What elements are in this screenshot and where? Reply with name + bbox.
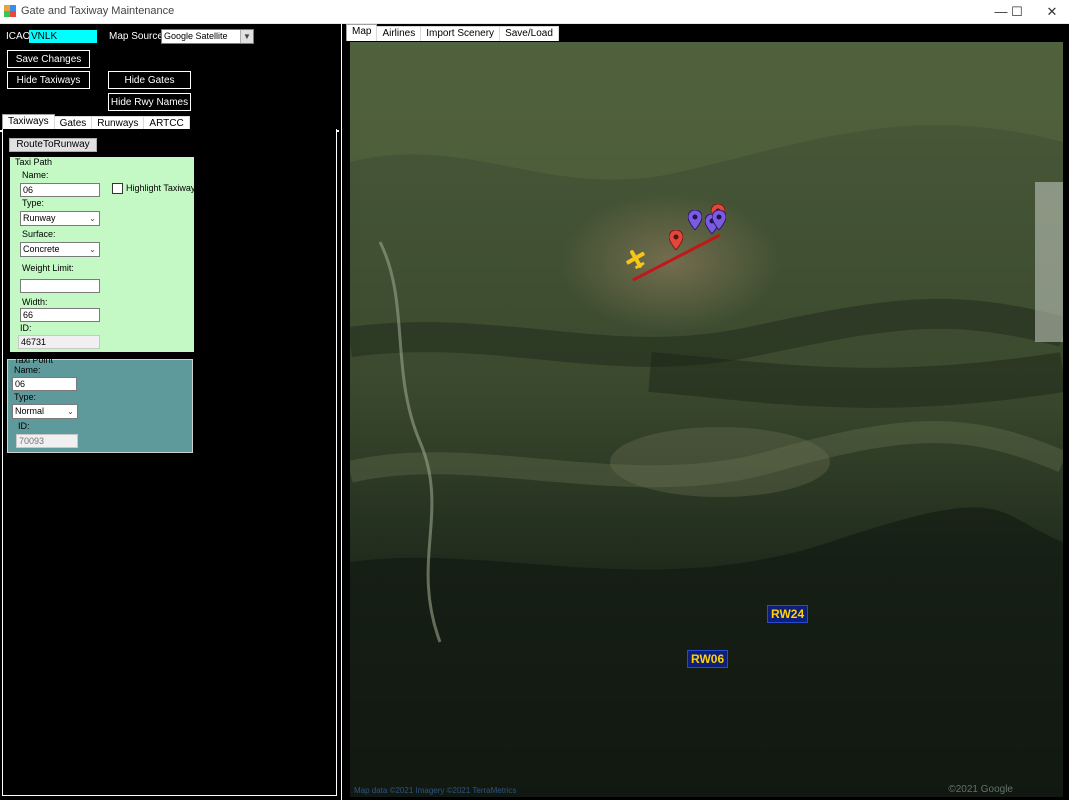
point-name-input[interactable]: 06 [12,377,77,391]
app-icon [4,5,16,17]
left-panel: ICAO: VNLK Map Source: Google Satellite … [0,24,341,800]
taxi-path-legend: Taxi Path [15,157,53,167]
map-source-label: Map Source: [109,31,166,42]
weight-limit-label: Weight Limit: [22,263,74,273]
save-changes-button[interactable]: Save Changes [7,50,90,68]
path-id-field: 46731 [18,335,100,349]
surface-select[interactable]: Concrete ⌄ [20,242,100,257]
chevron-down-icon: ⌄ [86,243,99,256]
point-type-value: Normal [15,406,45,416]
icao-input[interactable]: VNLK [29,30,97,43]
taxi-point-marker-icon[interactable] [712,210,726,230]
path-id-label: ID: [20,323,32,333]
highlight-taxiway-label: Highlight Taxiway [126,183,196,193]
maximize-icon: ☐ [1011,3,1023,19]
right-panel: Map Airlines Import Scenery Save/Load RW… [342,24,1069,800]
point-type-label: Type: [14,392,37,402]
path-type-select[interactable]: Runway ⌄ [20,211,100,226]
chevron-down-icon: ⌄ [86,212,99,225]
gate-marker-icon[interactable] [669,230,683,250]
map-copyright: ©2021 Google [948,784,1013,795]
path-type-label: Type: [22,198,45,208]
surface-value: Concrete [23,244,60,254]
width-label: Width: [22,297,48,307]
hide-rwy-names-button[interactable]: Hide Rwy Names [108,93,191,111]
surface-label: Surface: [22,229,56,239]
close-icon: ✕ [1046,3,1058,19]
taxi-point-legend: Taxi Point [14,355,54,365]
taxiways-tab-content: RouteToRunway Taxi Path Name: 06 Highlig… [2,129,337,796]
point-type-select[interactable]: Normal ⌄ [12,404,78,419]
point-id-field: 70093 [16,434,78,448]
right-tabstrip: Map Airlines Import Scenery Save/Load [346,24,559,41]
title-bar: Gate and Taxiway Maintenance — ☐ ✕ [0,0,1069,24]
weight-limit-input[interactable] [20,279,100,293]
tab-import-scenery[interactable]: Import Scenery [420,26,501,41]
chevron-down-icon: ▼ [240,30,253,43]
satellite-map[interactable]: RW24 RW06 Map data ©2021 Imagery ©2021 T… [350,42,1063,797]
close-button[interactable]: ✕ [1035,0,1069,23]
path-type-value: Runway [23,213,56,223]
point-id-label: ID: [18,421,30,431]
taxi-path-group: Taxi Path Name: 06 Highlight Taxiway Typ… [10,157,196,352]
route-to-runway-button[interactable]: RouteToRunway [9,138,97,152]
runway-label-rw24[interactable]: RW24 [767,605,809,623]
path-name-input[interactable]: 06 [20,183,100,197]
map-source-value: Google Satellite [164,31,228,41]
hide-taxiways-button[interactable]: Hide Taxiways [7,71,90,89]
point-name-label: Name: [14,365,41,375]
runway-label-rw06[interactable]: RW06 [687,650,729,668]
hide-gates-button[interactable]: Hide Gates [108,71,191,89]
taxi-point-marker-icon[interactable] [688,210,702,230]
path-name-label: Name: [22,170,49,180]
tab-save-load[interactable]: Save/Load [499,26,559,41]
tab-map[interactable]: Map [346,24,378,41]
highlight-taxiway-checkbox[interactable] [112,183,123,194]
airplane-icon[interactable] [625,248,647,270]
maximize-button[interactable]: ☐ [1000,0,1034,23]
window-title: Gate and Taxiway Maintenance [21,5,175,17]
width-input[interactable]: 66 [20,308,100,322]
map-attribution: Map data ©2021 Imagery ©2021 TerraMetric… [354,786,517,795]
satellite-imagery [350,42,1063,797]
map-source-select[interactable]: Google Satellite ▼ [161,29,254,44]
taxi-point-group: Taxi Point Name: 06 Type: Normal ⌄ ID: 7… [7,355,193,453]
tab-airlines[interactable]: Airlines [376,26,422,41]
chevron-down-icon: ⌄ [64,405,77,418]
